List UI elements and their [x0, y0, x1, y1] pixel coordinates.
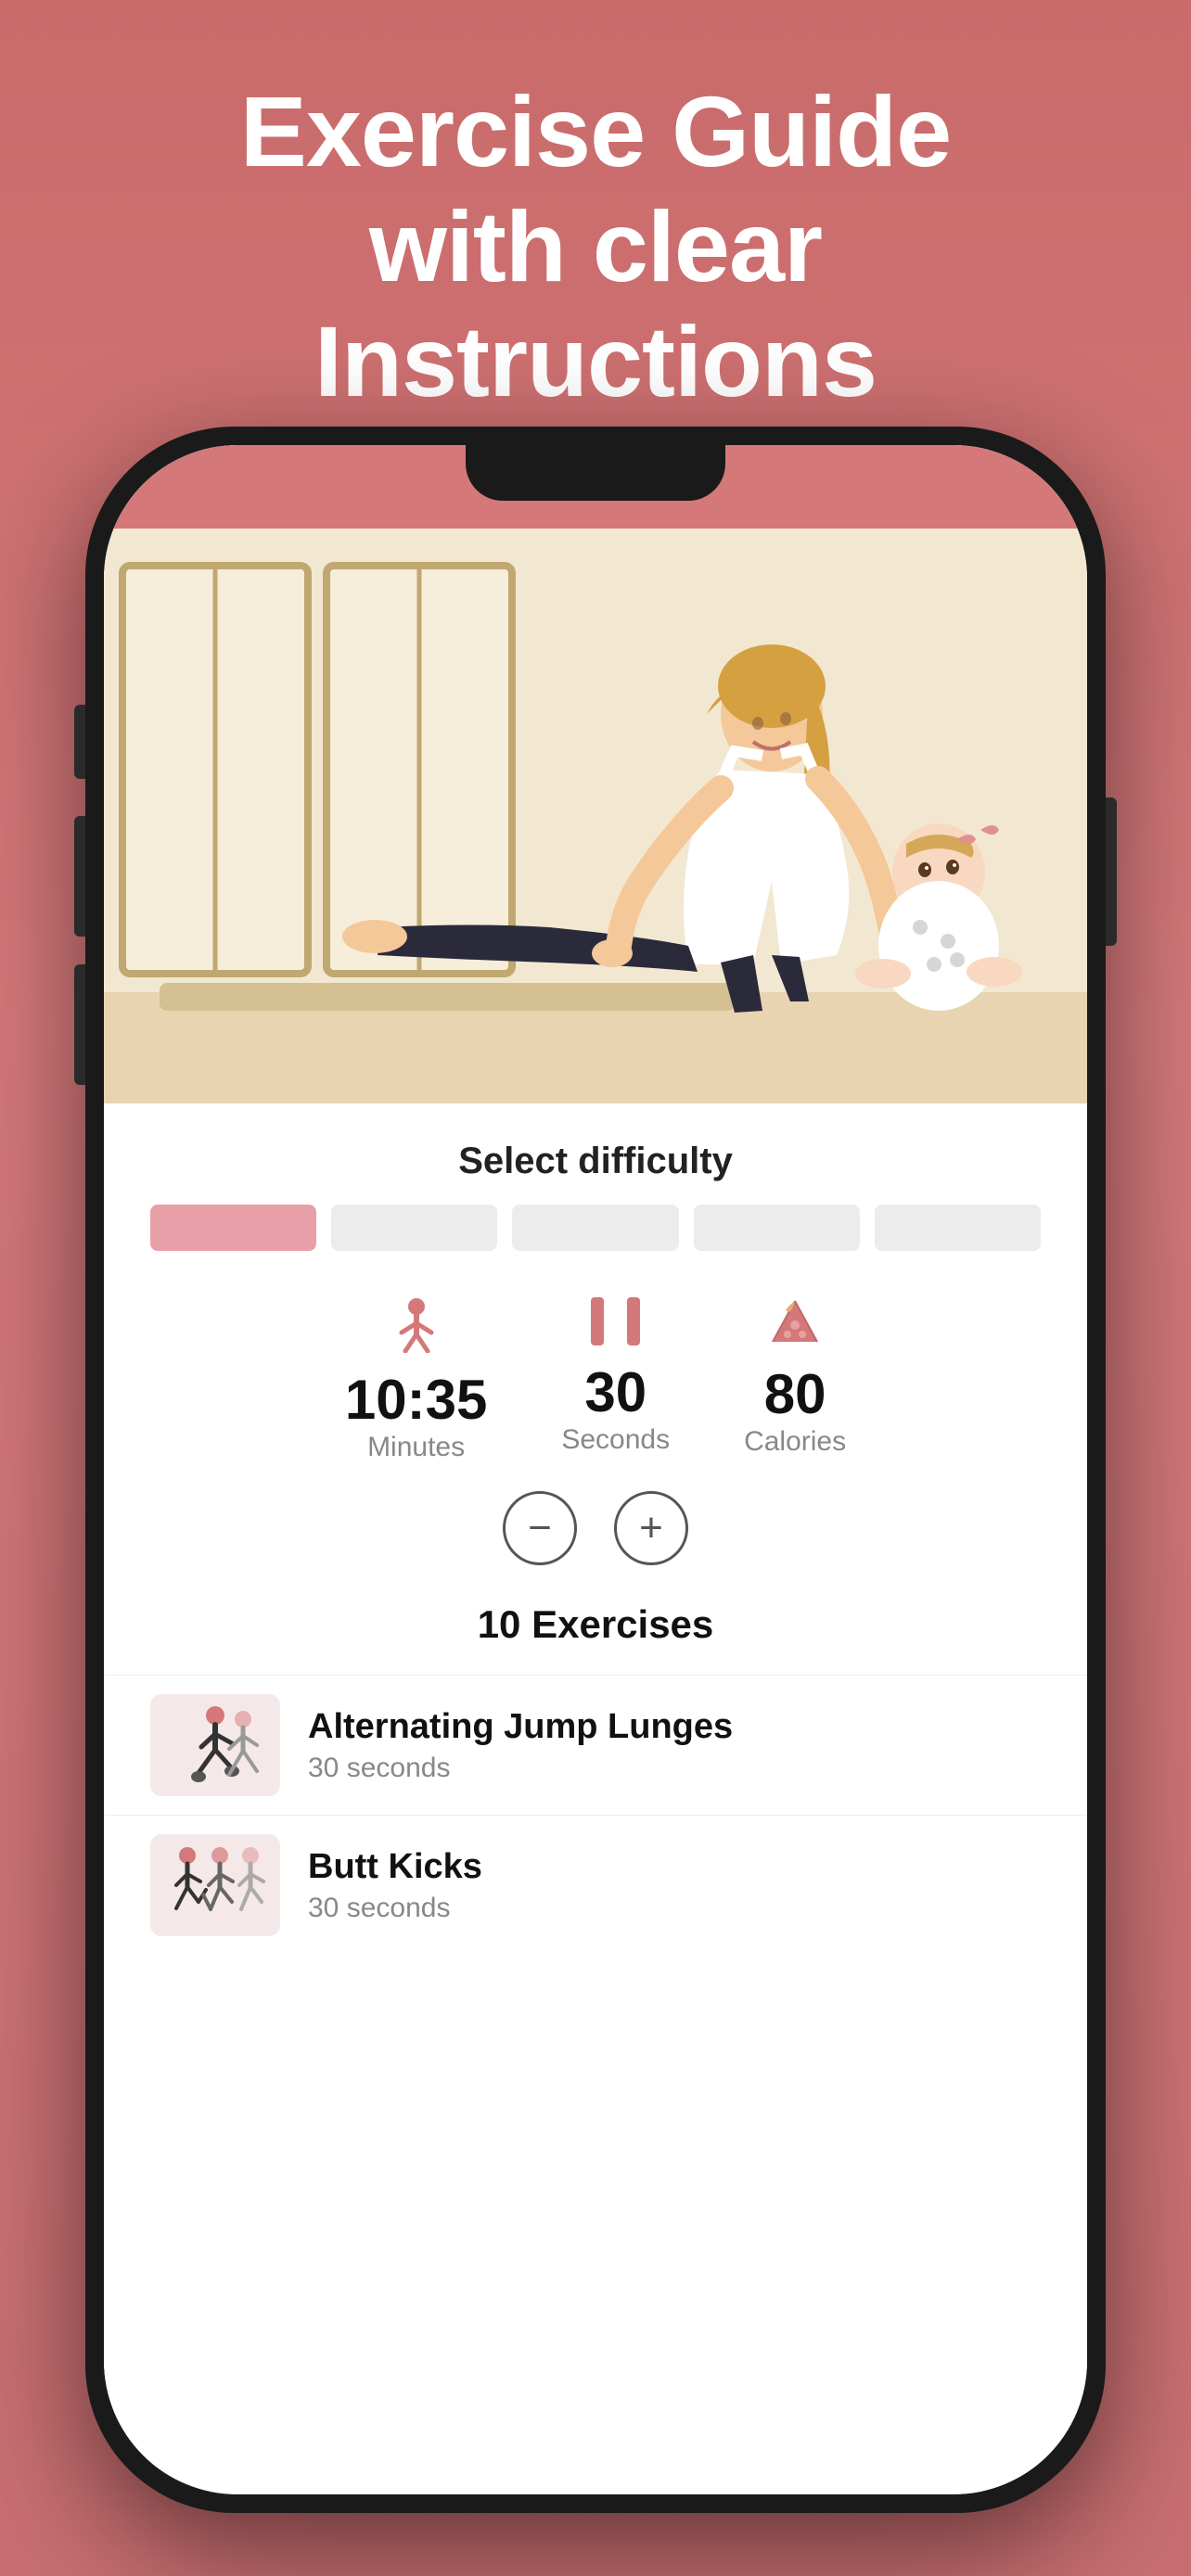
exercise-thumbnail-1 [150, 1694, 280, 1796]
person-icon [392, 1297, 441, 1365]
hero-title: Exercise Guide with clear Instructions [74, 74, 1117, 420]
difficulty-bars[interactable] [150, 1205, 1041, 1251]
pizza-icon [771, 1297, 819, 1359]
exercise-thumbnail-2 [150, 1834, 280, 1936]
phone-outer: Select difficulty [85, 427, 1106, 2513]
exercise-item[interactable]: Alternating Jump Lunges 30 seconds [104, 1675, 1087, 1815]
seconds-label: Seconds [561, 1424, 670, 1456]
difficulty-bar-1[interactable] [150, 1205, 316, 1251]
exercises-section: 10 Exercises [104, 1584, 1087, 1675]
exercise-item-2[interactable]: Butt Kicks 30 seconds [104, 1815, 1087, 1955]
seconds-value: 30 [584, 1365, 647, 1421]
seconds-stat: 30 Seconds [561, 1297, 670, 1456]
difficulty-bar-2[interactable] [331, 1205, 497, 1251]
mute-button [74, 705, 85, 779]
difficulty-bar-3[interactable] [512, 1205, 678, 1251]
exercise-duration-2: 30 seconds [308, 1893, 1041, 1924]
calories-label: Calories [744, 1426, 846, 1458]
difficulty-section: Select difficulty [104, 1103, 1087, 1269]
decrease-button[interactable] [503, 1491, 577, 1565]
minutes-value: 10:35 [345, 1372, 487, 1428]
difficulty-bar-4[interactable] [694, 1205, 860, 1251]
power-button [1106, 797, 1117, 946]
increase-button[interactable] [614, 1491, 688, 1565]
phone-mockup: Select difficulty [85, 427, 1106, 2513]
calories-stat: 80 Calories [744, 1297, 846, 1458]
exercise-list: Alternating Jump Lunges 30 seconds [104, 1675, 1087, 2494]
volume-down-button [74, 964, 85, 1085]
stats-section: 10:35 Minutes 30 Seconds [104, 1269, 1087, 1473]
exercise-name-1: Alternating Jump Lunges [308, 1707, 1041, 1747]
exercises-count-header: 10 Exercises [150, 1602, 1041, 1647]
phone-notch [466, 445, 725, 501]
calories-value: 80 [764, 1367, 826, 1422]
volume-up-button [74, 816, 85, 937]
exercise-info-2: Butt Kicks 30 seconds [308, 1847, 1041, 1924]
minutes-label: Minutes [367, 1432, 465, 1463]
difficulty-bar-5[interactable] [875, 1205, 1041, 1251]
exercise-name-2: Butt Kicks [308, 1847, 1041, 1887]
minutes-stat: 10:35 Minutes [345, 1297, 487, 1463]
phone-screen: Select difficulty [104, 445, 1087, 2494]
difficulty-label: Select difficulty [150, 1141, 1041, 1182]
screen-content: Select difficulty [104, 445, 1087, 2494]
exercise-duration-1: 30 seconds [308, 1753, 1041, 1784]
pause-icon [591, 1297, 639, 1358]
exercise-hero-image [104, 529, 1087, 1103]
exercise-info-1: Alternating Jump Lunges 30 seconds [308, 1707, 1041, 1784]
timer-controls [104, 1473, 1087, 1584]
hero-section: Exercise Guide with clear Instructions [0, 0, 1191, 457]
